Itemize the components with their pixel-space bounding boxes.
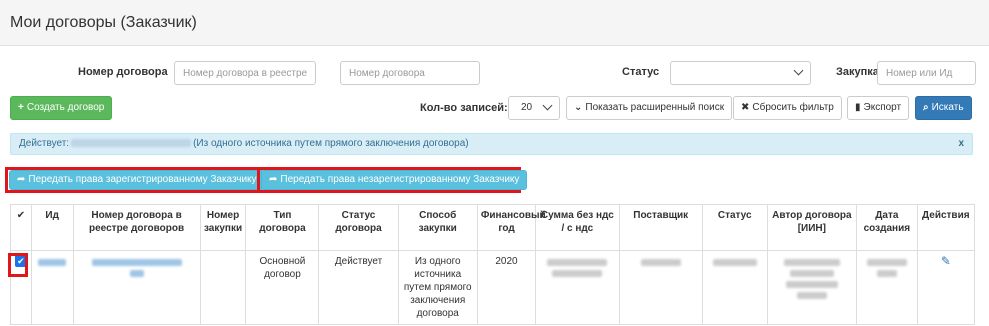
row-method-cell: Из одного источника путем прямого заключ… [397, 250, 478, 325]
select-column-header: ✔ [10, 204, 32, 251]
purchase-label: Закупка [836, 66, 879, 78]
row-year-cell: 2020 [476, 250, 537, 325]
share-icon: ➦ [17, 174, 26, 185]
actions-column-header: Действия [916, 204, 976, 251]
row-id-cell [30, 250, 74, 325]
records-count-value: 20 [521, 102, 533, 113]
records-count-select[interactable]: 20 [508, 96, 560, 120]
alert-prefix: Действует: [19, 138, 70, 149]
contract-type-column-header[interactable]: Тип договора [245, 204, 320, 251]
redacted-text [783, 259, 840, 266]
contract-number-label: Номер договора [78, 66, 168, 78]
row-purchase-cell [199, 250, 247, 325]
transfer-unregistered-label: Передать права незарегистрированному Зак… [280, 174, 520, 185]
contract-status-column-header[interactable]: Статус договора [318, 204, 399, 251]
supplier-column-header[interactable]: Поставщик [618, 204, 703, 251]
purchase-number-column-header[interactable]: Номер закупки [199, 204, 247, 251]
status-column-header[interactable]: Статус [701, 204, 768, 251]
status-select[interactable] [670, 61, 811, 85]
registry-number-column-header[interactable]: Номер договора в реестре договоров [72, 204, 201, 251]
transfer-registered-button[interactable]: ➦ Передать права зарегистрированному Зака… [9, 170, 265, 190]
redacted-text [796, 292, 827, 299]
search-icon: ⌕ [923, 102, 929, 113]
redacted-text [129, 270, 144, 277]
search-button[interactable]: ⌕ Искать [915, 96, 972, 120]
created-date-column-header[interactable]: Дата создания [856, 204, 918, 251]
create-contract-button[interactable]: + Создать договор [10, 96, 113, 120]
info-alert: Действует: (Из одного источника путем пря… [10, 133, 973, 155]
reset-filter-label: Сбросить фильтр [752, 102, 834, 113]
redacted-text [712, 259, 757, 266]
transfer-registered-label: Передать права зарегистрированному Заказ… [28, 174, 257, 185]
page-header: Мои договоры (Заказчик) [0, 0, 989, 46]
reset-filter-button[interactable]: ✖ Сбросить фильтр [733, 96, 842, 120]
row-registry-cell[interactable] [72, 250, 201, 325]
redacted-text [71, 139, 192, 148]
close-icon: ✖ [741, 102, 750, 113]
search-label: Искать [931, 102, 964, 113]
export-label: Экспорт [863, 102, 902, 113]
alert-suffix: (Из одного источника путем прямого заклю… [193, 138, 469, 149]
transfer-unregistered-button[interactable]: ➦ Передать права незарегистрированному За… [261, 170, 528, 190]
contracts-table: ✔ Ид Номер договора в реестре договоров … [10, 204, 976, 325]
create-contract-label: Создать договор [26, 102, 105, 113]
row-status-cell [701, 250, 768, 325]
purchase-input[interactable] [877, 61, 976, 85]
advanced-search-button[interactable]: ⌄ Показать расширенный поиск [566, 96, 733, 120]
redacted-text [866, 259, 907, 266]
redacted-text [785, 281, 838, 288]
pencil-icon[interactable]: ✎ [941, 254, 951, 268]
advanced-search-label: Показать расширенный поиск [585, 102, 725, 113]
plus-icon: + [18, 102, 24, 113]
purchase-method-column-header[interactable]: Способ закупки [397, 204, 478, 251]
table-row: ✔ Основной договор Действует Из одного и… [10, 250, 976, 325]
row-supplier-cell [618, 250, 703, 325]
chevron-down-icon: ⌄ [574, 102, 583, 113]
amount-column-header[interactable]: Сумма без ндс / с ндс [535, 204, 620, 251]
redacted-text [640, 259, 681, 266]
export-button[interactable]: ▮ Экспорт [847, 96, 910, 120]
highlight-box [8, 253, 28, 277]
status-label: Статус [622, 66, 660, 78]
redacted-text [552, 270, 603, 277]
table-header-row: ✔ Ид Номер договора в реестре договоров … [10, 204, 976, 251]
contract-number-input[interactable] [340, 61, 480, 85]
redacted-text [789, 270, 834, 277]
financial-year-column-header[interactable]: Финансовый год [476, 204, 546, 251]
redacted-text [876, 270, 897, 277]
row-contract-status-cell: Действует [318, 250, 399, 325]
row-contract-type-cell: Основной договор [245, 250, 320, 325]
row-amount-cell [535, 250, 620, 325]
chevron-down-icon [793, 65, 804, 76]
redacted-text [38, 259, 67, 266]
close-icon[interactable]: x [958, 134, 964, 154]
file-icon: ▮ [855, 102, 861, 113]
row-author-cell [766, 250, 858, 325]
chevron-down-icon [542, 100, 553, 111]
redacted-text [547, 259, 608, 266]
row-actions-cell: ✎ [916, 250, 976, 325]
records-count-label: Кол-во записей: [420, 102, 508, 114]
author-column-header[interactable]: Автор договора [ИИН] [766, 204, 858, 251]
registry-number-input[interactable] [174, 61, 316, 85]
share-icon: ➦ [269, 174, 278, 185]
id-column-header[interactable]: Ид [30, 204, 74, 251]
redacted-text [91, 259, 182, 266]
page-title: Мои договоры (Заказчик) [10, 14, 197, 31]
row-created-cell [856, 250, 918, 325]
